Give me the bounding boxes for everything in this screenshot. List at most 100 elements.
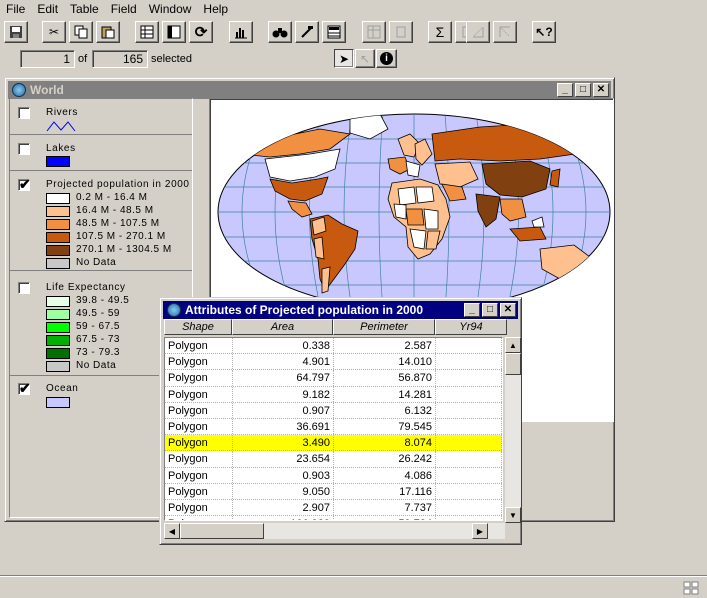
blank-button[interactable] (389, 21, 413, 43)
cell-area: 23.654 (233, 451, 334, 467)
sort-ascending-icon (473, 27, 484, 38)
menu-file[interactable]: File (0, 0, 31, 19)
cell-perimeter: 26.242 (334, 451, 436, 467)
table-row[interactable]: Polygon106.93959.724 (165, 516, 502, 520)
copy-button[interactable] (69, 21, 93, 43)
selected-index-field[interactable]: 1 (20, 50, 75, 68)
column-header-perimeter[interactable]: Perimeter (333, 319, 435, 335)
table-row[interactable]: Polygon 23.654 26.242 (165, 451, 502, 468)
maximize-button[interactable]: □ (575, 83, 591, 97)
columns-button[interactable] (162, 21, 186, 43)
selected-label: selected (151, 53, 192, 65)
refresh-button[interactable]: ⟳ (189, 21, 213, 43)
minimize-button[interactable]: _ (557, 83, 573, 97)
selection-bar: 1 of 165 selected ➤ ↖ i (0, 47, 707, 71)
column-header-area[interactable]: Area (232, 319, 333, 335)
globe-icon (167, 303, 181, 317)
population-checkbox[interactable]: ✔ (18, 177, 31, 191)
menu-window[interactable]: Window (143, 0, 198, 19)
scroll-right-button[interactable]: ▶ (472, 523, 488, 539)
table-row[interactable]: Polygon 0.907 6.132 (165, 402, 502, 419)
vertical-scrollbar[interactable]: ▲ ▼ (505, 337, 521, 523)
minimize-button[interactable]: _ (464, 303, 480, 317)
theme-population[interactable]: ✔ Projected population in 2000 0.2 M - 1… (10, 171, 192, 271)
select-tool[interactable]: ↖ (355, 49, 375, 68)
cut-button[interactable]: ✂ (42, 21, 66, 43)
close-button[interactable]: ✕ (593, 83, 609, 97)
identify-tool[interactable]: i (376, 49, 397, 68)
rivers-checkbox[interactable] (18, 107, 30, 119)
menu-help[interactable]: Help (197, 0, 234, 19)
legend-swatch (46, 206, 70, 217)
minimize-icon: _ (562, 84, 568, 95)
horizontal-scrollbar[interactable]: ◀ ▶ (164, 523, 505, 539)
table-row[interactable]: Polygon 9.050 17.116 (165, 483, 502, 500)
legend-label: No Data (76, 257, 117, 268)
cell-shape: Polygon (165, 483, 233, 499)
column-header-shape[interactable]: Shape (164, 319, 232, 335)
sort-ascending-button[interactable] (466, 21, 490, 43)
table-row[interactable]: Polygon 36.691 79.545 (165, 418, 502, 436)
menu-table[interactable]: Table (64, 0, 105, 19)
table-row[interactable]: Polygon 0.903 4.086 (165, 467, 502, 484)
ocean-checkbox[interactable]: ✔ (18, 381, 31, 395)
sort-descending-button[interactable] (493, 21, 517, 43)
legend-swatch (46, 348, 70, 359)
cell-shape: Polygon (165, 354, 233, 370)
column-header-yr94[interactable]: Yr94 (435, 319, 507, 335)
menu-field[interactable]: Field (105, 0, 143, 19)
calculate-button[interactable]: Σ (428, 21, 452, 43)
lakes-checkbox[interactable] (18, 143, 30, 155)
cell-shape: Polygon (165, 418, 233, 435)
promote-icon (327, 25, 341, 39)
help-button[interactable]: ↖? (532, 21, 556, 43)
theme-name: Lakes (46, 143, 76, 154)
table-icon (140, 25, 154, 39)
legend-label: 39.8 - 49.5 (76, 295, 130, 306)
table-row[interactable]: Polygon 2.907 7.737 (165, 499, 502, 517)
scroll-down-button[interactable]: ▼ (505, 507, 521, 523)
legend-label: No Data (76, 360, 117, 371)
info-icon: i (380, 52, 393, 65)
theme-rivers[interactable]: Rivers (10, 99, 192, 135)
legend-swatch (46, 219, 70, 230)
legend-label: 67.5 - 73 (76, 334, 120, 345)
help-cursor-icon: ↖? (535, 25, 553, 39)
theme-lakes[interactable]: Lakes (10, 135, 192, 171)
table-header: Shape Area Perimeter Yr94 (164, 319, 507, 335)
cell-shape: Polygon (165, 435, 233, 451)
cell-area: 2.907 (233, 499, 334, 516)
resize-grip-icon[interactable] (683, 581, 699, 595)
scroll-thumb[interactable] (505, 353, 521, 375)
cell-shape: Polygon (165, 516, 233, 520)
close-icon: ✕ (596, 84, 606, 95)
table-button[interactable] (135, 21, 159, 43)
menu-edit[interactable]: Edit (31, 0, 64, 19)
save-button[interactable] (4, 21, 28, 43)
table-row[interactable]: Polygon 9.182 14.281 (165, 386, 502, 403)
maximize-button[interactable]: □ (482, 303, 498, 317)
table-row-selected[interactable]: Polygon 3.490 8.074 (165, 435, 502, 452)
cell-perimeter: 7.737 (334, 499, 436, 516)
world-titlebar[interactable]: World _ □ ✕ (8, 81, 611, 99)
close-button[interactable]: ✕ (500, 303, 516, 317)
cell-perimeter: 59.724 (334, 516, 436, 520)
table-row[interactable]: Polygon 4.901 14.010 (165, 354, 502, 371)
life-checkbox[interactable] (18, 282, 30, 294)
legend-label: 48.5 M - 107.5 M (76, 218, 160, 229)
chart-button[interactable] (229, 21, 253, 43)
table-row[interactable]: Polygon 64.797 56.870 (165, 370, 502, 387)
scroll-left-button[interactable]: ◀ (164, 523, 180, 539)
find-button[interactable] (268, 21, 292, 43)
pointer-tool[interactable]: ➤ (334, 49, 354, 68)
table-row[interactable]: Polygon 0.338 2.587 (165, 338, 502, 355)
promote-button[interactable] (322, 21, 346, 43)
paste-button[interactable] (96, 21, 120, 43)
attributes-titlebar[interactable]: Attributes of Projected population in 20… (163, 301, 518, 319)
cell-yr94 (436, 418, 502, 435)
query-button[interactable] (295, 21, 319, 43)
hscroll-thumb[interactable] (180, 523, 264, 539)
field-button[interactable] (362, 21, 386, 43)
window-title: World (30, 83, 64, 97)
scroll-up-button[interactable]: ▲ (505, 337, 521, 353)
